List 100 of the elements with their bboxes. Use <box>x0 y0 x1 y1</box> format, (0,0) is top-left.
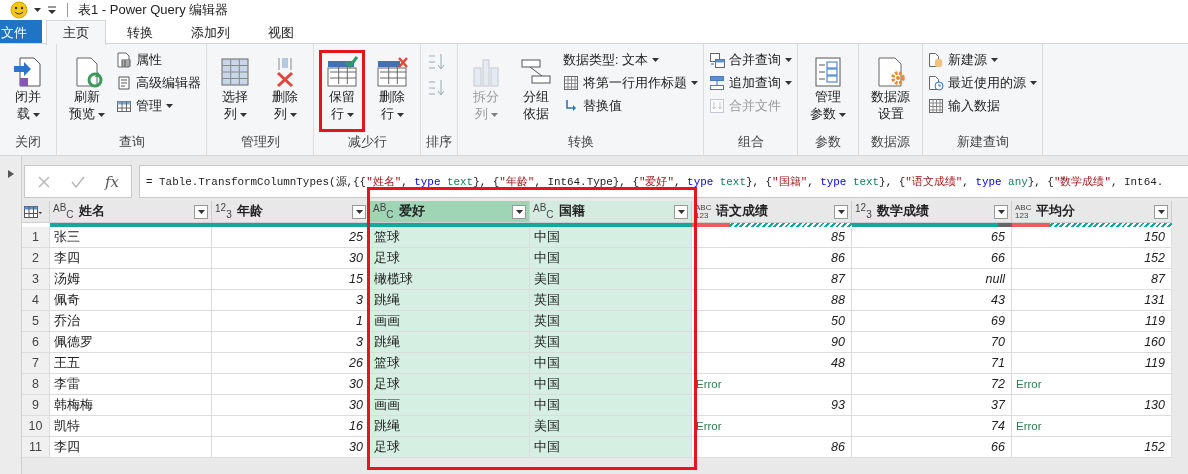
filter-button[interactable] <box>352 204 366 219</box>
caret-icon[interactable] <box>34 8 41 12</box>
expand-arrow-icon[interactable] <box>7 170 14 178</box>
ribbon-button[interactable]: 属性 <box>116 50 201 70</box>
caret-icon <box>837 209 845 214</box>
ribbon-button[interactable]: 最近使用的源 <box>928 73 1037 93</box>
table-cell: 中国 <box>530 437 692 458</box>
filter-button[interactable] <box>994 204 1008 219</box>
ribbon-button[interactable]: 删除 行 <box>369 50 415 132</box>
caret-icon <box>515 209 523 214</box>
group-label: 排序 <box>426 134 452 151</box>
formula-field[interactable]: = Table.TransformColumnTypes(源,{{"姓名", type text}, {"年龄", Int64.Type}, {"爱好", type text}, {"国籍", type text}, {"语文成绩", type any}, {"数学成绩", Int64. <box>139 165 1188 198</box>
error-value[interactable]: Error <box>692 416 852 437</box>
ribbon-tab[interactable]: 转换 <box>110 20 170 43</box>
insert-function-button[interactable]: fx <box>105 172 119 191</box>
parameters-icon <box>812 56 844 88</box>
table-cell: 画画 <box>370 311 530 332</box>
ribbon-button[interactable]: 闭并 载 <box>5 50 51 132</box>
table-cell: 王五 <box>50 353 212 374</box>
table-cell: 佩德罗 <box>50 332 212 353</box>
row-number: 1 <box>22 227 50 248</box>
error-value[interactable]: Error <box>1012 416 1172 437</box>
table-cell: 37 <box>852 395 1012 416</box>
ribbon-button[interactable]: 输入数据 <box>928 96 1037 116</box>
table-cell: 中国 <box>530 248 692 269</box>
table-cell: 李雷 <box>50 374 212 395</box>
table-cell: 李四 <box>50 437 212 458</box>
filter-button[interactable] <box>674 204 688 219</box>
filter-button[interactable] <box>512 204 526 219</box>
table-cell: 汤姆 <box>50 269 212 290</box>
table-cell: 跳绳 <box>370 416 530 437</box>
caret-icon <box>355 209 363 214</box>
filter-button[interactable] <box>834 204 848 219</box>
ribbon-button[interactable]: 替换值 <box>563 96 698 116</box>
data-type-button[interactable]: ABC 123 <box>1015 203 1032 220</box>
column-header[interactable]: AB C 国籍 <box>530 201 692 223</box>
group-label: 参数 <box>814 134 842 151</box>
table-cell: 90 <box>692 332 852 353</box>
column-header[interactable]: 12 3 数学成绩 <box>852 201 1012 223</box>
ribbon-tab[interactable]: 添加列 <box>174 20 247 43</box>
document-arrow-icon <box>12 56 44 88</box>
data-type-button[interactable]: 12 3 <box>215 203 232 220</box>
row-number: 6 <box>22 332 50 353</box>
table-cell: 跳绳 <box>370 290 530 311</box>
ribbon-button[interactable]: 选择 列 <box>212 50 258 132</box>
ribbon-button[interactable]: 分组 依据 <box>513 50 559 132</box>
column-header[interactable]: AB C 爱好 <box>370 201 530 223</box>
caret-icon <box>997 209 1005 214</box>
ribbon-button[interactable]: 刷新 预览 <box>62 50 112 132</box>
table-cell: 71 <box>852 353 1012 374</box>
ribbon-button[interactable]: 数据源 设置 <box>864 50 917 132</box>
ribbon-button[interactable]: 将第一行用作标题 <box>563 73 698 93</box>
ribbon-button[interactable]: 删除 列 <box>262 50 308 132</box>
error-value[interactable]: Error <box>1012 374 1172 395</box>
data-type-button[interactable]: AB C <box>53 203 74 220</box>
table-cell: 张三 <box>50 227 212 248</box>
table-cell: 画画 <box>370 395 530 416</box>
ribbon-button[interactable]: 高级编辑器 <box>116 73 201 93</box>
combine-files-icon <box>709 98 725 114</box>
ribbon-button[interactable]: 管理 参数 <box>803 50 853 132</box>
row-number: 4 <box>22 290 50 311</box>
table-cell: 131 <box>1012 290 1172 311</box>
table-icon <box>928 98 944 114</box>
ribbon-tab[interactable]: 主页 <box>46 20 106 45</box>
table-cell: 152 <box>1012 437 1172 458</box>
table-cell: 50 <box>692 311 852 332</box>
table-cell: 中国 <box>530 395 692 416</box>
error-value[interactable]: Error <box>692 374 852 395</box>
column-grid-icon <box>219 56 251 88</box>
ribbon-tab[interactable]: 视图 <box>251 20 311 43</box>
row-number: 2 <box>22 248 50 269</box>
table-cell: 65 <box>852 227 1012 248</box>
table-cell: 凯特 <box>50 416 212 437</box>
data-type-button[interactable]: AB C <box>373 203 394 220</box>
table-cell: 152 <box>1012 248 1172 269</box>
group-label: 减少行 <box>346 134 388 151</box>
table-cell: 中国 <box>530 374 692 395</box>
table-cell: 69 <box>852 311 1012 332</box>
data-type-button[interactable]: 12 3 <box>855 203 872 220</box>
customize-menu-icon[interactable] <box>47 5 57 15</box>
recent-source-icon <box>928 75 944 91</box>
filter-button[interactable] <box>1154 204 1168 219</box>
column-header[interactable]: AB C 姓名 <box>50 201 212 223</box>
ribbon-button[interactable]: 数据类型: 文本 <box>563 50 698 70</box>
data-type-button[interactable]: AB C <box>533 203 554 220</box>
table-cell: 中国 <box>530 227 692 248</box>
group-label: 查询 <box>117 134 146 151</box>
column-header[interactable]: 12 3 年龄 <box>212 201 370 223</box>
file-tab[interactable]: 文件 <box>0 20 42 43</box>
new-source-icon <box>928 52 944 68</box>
smiley-icon[interactable] <box>10 1 28 19</box>
ribbon-button[interactable]: 管理 <box>116 96 201 116</box>
ribbon-button[interactable]: 追加查询 <box>709 73 792 93</box>
table-cell: 70 <box>852 332 1012 353</box>
table-cell: null <box>852 269 1012 290</box>
table-menu-button[interactable] <box>22 201 50 223</box>
filter-button[interactable] <box>194 204 208 219</box>
ribbon-button[interactable]: 新建源 <box>928 50 1037 70</box>
ribbon-button[interactable]: 合并查询 <box>709 50 792 70</box>
ribbon-button[interactable]: 保留 行 <box>319 50 365 132</box>
